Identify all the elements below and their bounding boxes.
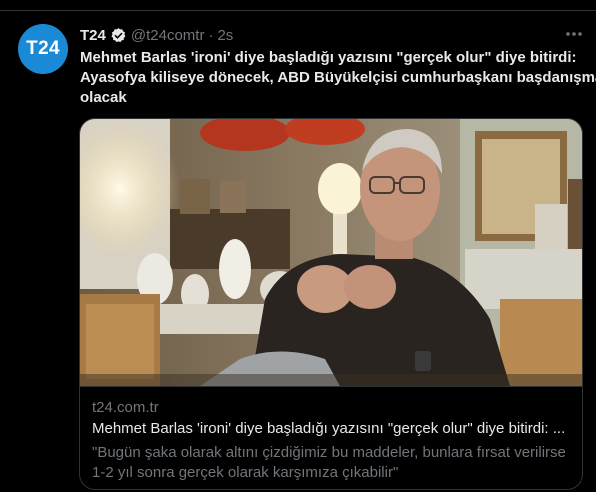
link-card-body[interactable]: t24.com.tr Mehmet Barlas 'ironi' diye ba…: [80, 386, 582, 489]
card-description-line: "Bugün şaka olarak altını çizdiğimiz bu …: [92, 444, 566, 461]
avatar[interactable]: T24: [18, 24, 68, 74]
tweet[interactable]: T24 T24 @t24comtr · 2s Mehmet Barlas 'ir…: [0, 11, 596, 492]
tweet-text: Mehmet Barlas 'ironi' diye başladığı yaz…: [80, 48, 596, 108]
article-photo[interactable]: [80, 119, 582, 386]
card-description-line: 1-2 yıl sonra gerçek olarak karşımıza çı…: [92, 464, 399, 481]
card-domain: t24.com.tr: [92, 399, 159, 416]
avatar-text: T24: [26, 38, 60, 59]
more-options-icon[interactable]: [563, 24, 585, 44]
link-card[interactable]: t24.com.tr Mehmet Barlas 'ironi' diye ba…: [79, 118, 583, 490]
tweet-header: T24 @t24comtr · 2s: [80, 25, 233, 45]
tweet-text-line: Mehmet Barlas 'ironi' diye başladığı yaz…: [80, 49, 577, 66]
author-name[interactable]: T24: [80, 27, 106, 44]
separator-dot: ·: [208, 26, 214, 44]
card-description: "Bugün şaka olarak altını çizdiğimiz bu …: [92, 443, 578, 483]
tweet-text-line: Ayasofya kiliseye dönecek, ABD Büyükelçi…: [80, 69, 596, 86]
tweet-text-line: olacak: [80, 89, 127, 106]
card-title[interactable]: Mehmet Barlas 'ironi' diye başladığı yaz…: [92, 420, 572, 437]
timestamp[interactable]: 2s: [217, 27, 233, 44]
verified-badge-icon: [111, 27, 126, 42]
author-handle[interactable]: @t24comtr: [131, 27, 205, 44]
